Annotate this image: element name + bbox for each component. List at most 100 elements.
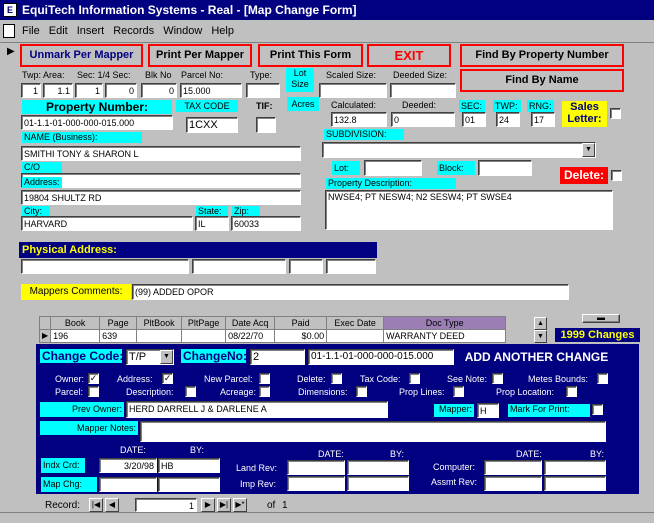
calculated-field[interactable]: 132.8: [331, 112, 387, 127]
physical-address-field-1[interactable]: [21, 259, 189, 274]
mapper-field[interactable]: H: [477, 403, 499, 418]
rng-field-str[interactable]: 17: [531, 112, 555, 127]
computer-date-field[interactable]: [484, 460, 542, 475]
imp-rev-date-field[interactable]: [287, 476, 345, 491]
twp-field-str[interactable]: 24: [496, 112, 520, 127]
subdivision-combo[interactable]: [322, 142, 596, 158]
land-rev-by-field[interactable]: [347, 460, 409, 475]
state-field[interactable]: IL: [195, 216, 229, 231]
cell-date-acq[interactable]: 08/22/70: [225, 329, 276, 343]
find-by-property-number-button[interactable]: Find By Property Number: [460, 44, 624, 67]
prop-location-checkbox[interactable]: [566, 386, 577, 397]
print-per-mapper-button[interactable]: Print Per Mapper: [148, 44, 252, 67]
delete-checkbox[interactable]: [611, 170, 622, 181]
scroll-down-icon[interactable]: ▼: [534, 330, 547, 343]
menu-file[interactable]: File: [22, 25, 40, 37]
first-record-icon[interactable]: |◀: [89, 498, 103, 512]
delete-change-checkbox[interactable]: [331, 373, 342, 384]
col-exec-date[interactable]: Exec Date: [326, 316, 385, 330]
change-no-field[interactable]: 2: [250, 349, 305, 365]
add-another-change-button[interactable]: ADD ANOTHER CHANGE: [459, 347, 614, 367]
mark-for-print-checkbox[interactable]: [592, 404, 603, 415]
deeded-field[interactable]: 0: [391, 112, 455, 127]
physical-address-field-2[interactable]: [192, 259, 286, 274]
tax-code-checkbox[interactable]: [409, 373, 420, 384]
exit-button[interactable]: EXIT: [367, 44, 451, 67]
cell-doc-type[interactable]: WARRANTY DEED: [383, 329, 507, 343]
blk-no-field[interactable]: 0: [141, 83, 177, 98]
property-description-field[interactable]: NWSE4; PT NESW4; N2 SESW4; PT SWSE4: [325, 190, 613, 230]
parcel-checkbox[interactable]: [88, 386, 99, 397]
map-chg-date-field[interactable]: [99, 477, 157, 492]
col-book[interactable]: Book: [50, 316, 101, 330]
prop-lines-checkbox[interactable]: [453, 386, 464, 397]
menu-insert[interactable]: Insert: [77, 25, 105, 37]
new-record-icon[interactable]: ▶*: [233, 498, 247, 512]
scroll-up-icon[interactable]: ▲: [534, 317, 547, 330]
area-field[interactable]: 1.1: [43, 83, 73, 98]
menu-edit[interactable]: Edit: [49, 25, 68, 37]
map-chg-by-field[interactable]: [158, 477, 220, 492]
last-record-icon[interactable]: ▶|: [217, 498, 231, 512]
name-field[interactable]: SMITHI TONY & SHARON L: [21, 146, 301, 161]
address-field[interactable]: 19804 SHULTZ RD: [21, 190, 301, 205]
deeded-size-field[interactable]: [390, 83, 456, 98]
co-field[interactable]: [21, 173, 301, 188]
tax-code-field[interactable]: 1CXX: [186, 117, 238, 133]
block-field[interactable]: [478, 160, 532, 176]
cell-paid[interactable]: $0.00: [274, 329, 328, 343]
change-code-dropdown-icon[interactable]: ▼: [160, 350, 173, 364]
record-selector-icon[interactable]: ▶: [7, 46, 15, 57]
computer-by-field[interactable]: [544, 460, 606, 475]
row-selector-icon[interactable]: ▶: [38, 329, 52, 343]
unmark-per-mapper-button[interactable]: Unmark Per Mapper: [20, 44, 143, 67]
indx-date-field[interactable]: 3/20/98: [99, 458, 157, 473]
lot-field[interactable]: [364, 160, 422, 176]
zip-field[interactable]: 60033: [231, 216, 301, 231]
form-icon[interactable]: [3, 24, 15, 38]
description-checkbox[interactable]: [185, 386, 196, 397]
land-rev-date-field[interactable]: [287, 460, 345, 475]
cell-book[interactable]: 196: [50, 329, 101, 343]
next-record-icon[interactable]: ▶: [201, 498, 215, 512]
assmt-rev-by-field[interactable]: [544, 476, 606, 491]
property-number-field[interactable]: 01-1.1-01-000-000-015.000: [21, 115, 173, 130]
col-page[interactable]: Page: [99, 316, 138, 330]
print-this-form-button[interactable]: Print This Form: [258, 44, 363, 67]
col-paid[interactable]: Paid: [274, 316, 328, 330]
tif-field[interactable]: [256, 117, 276, 133]
scaled-size-field[interactable]: [319, 83, 387, 98]
record-number-field[interactable]: 1: [135, 498, 197, 512]
new-parcel-checkbox[interactable]: [259, 373, 270, 384]
twp-field[interactable]: 1: [21, 83, 41, 98]
type-field[interactable]: [246, 83, 280, 98]
cell-pltbook[interactable]: [136, 329, 183, 343]
cell-pltpage[interactable]: [181, 329, 227, 343]
change-property-number-field[interactable]: 01-1.1-01-000-000-015.000: [308, 349, 454, 365]
dimensions-checkbox[interactable]: [356, 386, 367, 397]
assmt-rev-date-field[interactable]: [484, 476, 542, 491]
see-note-checkbox[interactable]: [492, 373, 503, 384]
col-pltpage[interactable]: PltPage: [181, 316, 227, 330]
find-by-name-button[interactable]: Find By Name: [460, 69, 624, 92]
mapper-notes-field[interactable]: [140, 421, 606, 442]
cell-page[interactable]: 639: [99, 329, 138, 343]
indx-by-field[interactable]: HB: [158, 458, 220, 473]
address-checkbox[interactable]: ✓: [162, 373, 173, 384]
sec-field-str[interactable]: 01: [462, 112, 486, 127]
parcel-no-field[interactable]: 15.000: [180, 83, 242, 98]
metes-bounds-checkbox[interactable]: [597, 373, 608, 384]
col-date-acq[interactable]: Date Acq: [225, 316, 276, 330]
acreage-checkbox[interactable]: [259, 386, 270, 397]
subdivision-dropdown-icon[interactable]: ▼: [582, 143, 595, 157]
menu-records[interactable]: Records: [113, 25, 154, 37]
owner-checkbox[interactable]: ✓: [88, 373, 99, 384]
sec-field[interactable]: 1: [75, 83, 103, 98]
city-field[interactable]: HARVARD: [21, 216, 193, 231]
cell-exec-date[interactable]: [326, 329, 385, 343]
changes-toggle-button[interactable]: ▬: [582, 314, 620, 323]
qtr-sec-field[interactable]: 0: [105, 83, 137, 98]
mappers-comments-field[interactable]: (99) ADDED OPOR: [132, 284, 569, 300]
prev-owner-field[interactable]: HERD DARRELL J & DARLENE A: [126, 401, 388, 418]
sales-letter-checkbox[interactable]: [610, 108, 621, 119]
